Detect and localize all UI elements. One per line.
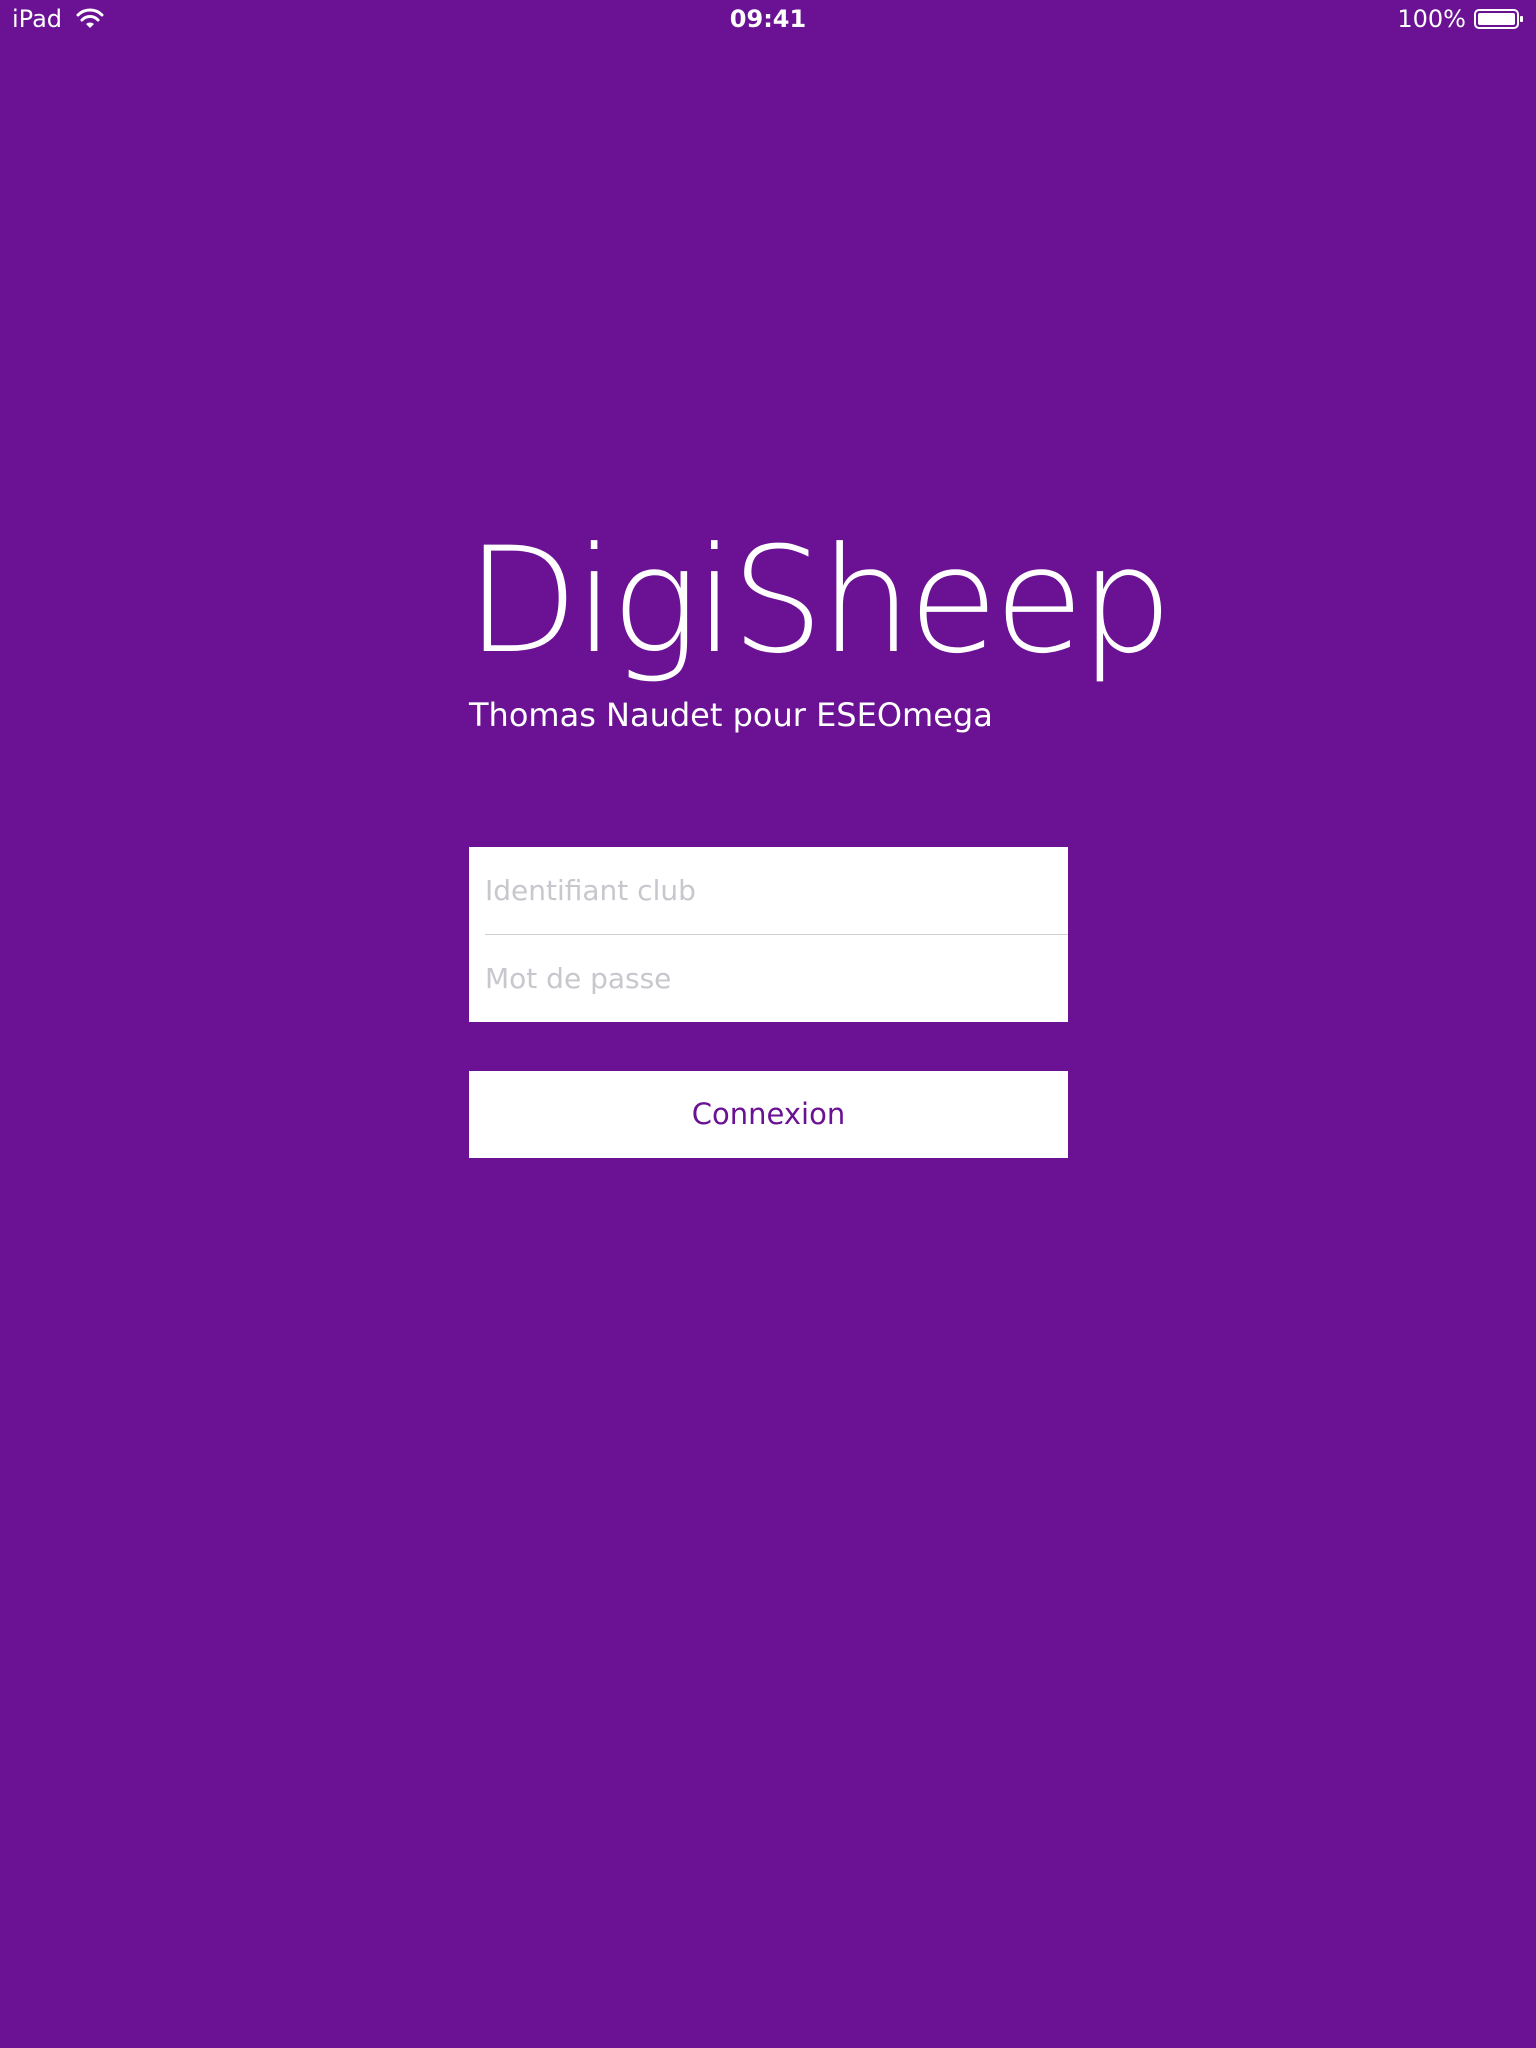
status-right: 100%	[1397, 5, 1524, 33]
login-button[interactable]: Connexion	[469, 1071, 1068, 1158]
battery-percentage: 100%	[1397, 5, 1466, 33]
status-time: 09:41	[729, 5, 807, 33]
login-form	[469, 847, 1068, 1022]
battery-icon	[1474, 9, 1523, 29]
password-input[interactable]	[485, 935, 1068, 1021]
app-subtitle: Thomas Naudet pour ESEOmega	[469, 696, 993, 734]
app-title: DigiSheep	[466, 516, 1173, 686]
club-id-input[interactable]	[485, 847, 1068, 933]
status-bar: iPad 09:41 100%	[0, 0, 1536, 40]
